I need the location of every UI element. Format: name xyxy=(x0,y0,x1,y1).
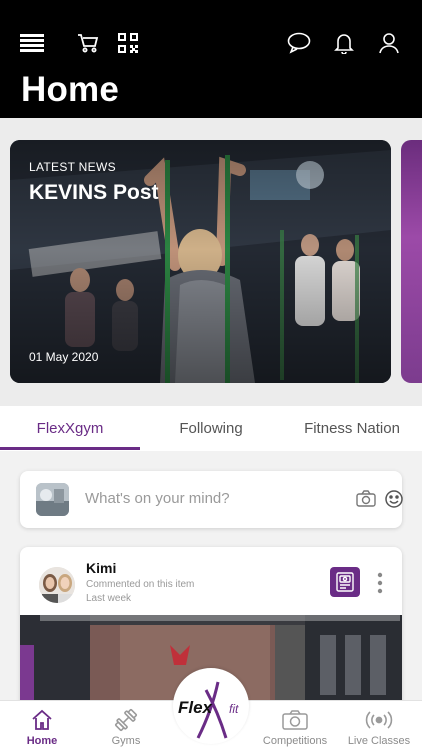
broadcast-icon xyxy=(365,707,393,733)
more-options-icon[interactable] xyxy=(375,572,385,594)
active-tab-indicator xyxy=(0,447,140,450)
cart-icon[interactable] xyxy=(75,31,101,55)
chat-icon[interactable] xyxy=(286,31,312,55)
dumbbell-icon xyxy=(114,707,138,733)
nav-gyms[interactable]: Gyms xyxy=(102,701,150,750)
feed-tabs: FlexXgym Following Fitness Nation xyxy=(0,406,422,451)
next-news-card[interactable] xyxy=(401,140,422,383)
nav-label: Home xyxy=(26,735,58,747)
logo-suffix: fit xyxy=(229,702,239,716)
avatar xyxy=(36,483,69,516)
post-time: Last week xyxy=(86,593,132,604)
emoji-icon[interactable] xyxy=(384,489,404,514)
news-title: KEVINS Post xyxy=(29,181,159,204)
logo-wordmark: Flex xyxy=(178,698,213,717)
news-kicker: LATEST NEWS xyxy=(29,160,116,174)
tab-fitness-nation[interactable]: Fitness Nation xyxy=(282,406,422,451)
camera-icon xyxy=(282,707,308,733)
competition-badge-icon[interactable] xyxy=(330,567,360,597)
nav-competitions[interactable]: Competitions xyxy=(259,701,331,750)
tab-following[interactable]: Following xyxy=(141,406,281,451)
post-author[interactable]: Kimi xyxy=(86,560,116,576)
image-overlay xyxy=(10,140,391,383)
avatar[interactable] xyxy=(39,567,75,603)
nav-label: Gyms xyxy=(111,735,141,747)
nav-label: Competitions xyxy=(262,735,328,747)
bell-icon[interactable] xyxy=(331,31,357,55)
home-icon xyxy=(31,707,53,733)
camera-icon[interactable] xyxy=(356,490,376,513)
user-icon[interactable] xyxy=(376,31,402,55)
menu-icon[interactable] xyxy=(19,31,45,55)
nav-label: Live Classes xyxy=(347,735,411,747)
news-carousel[interactable]: LATEST NEWS KEVINS Post 01 May 2020 xyxy=(0,118,422,406)
tab-flexxgym[interactable]: FlexXgym xyxy=(0,406,140,451)
qr-code-icon[interactable] xyxy=(115,31,141,55)
post-activity: Commented on this item xyxy=(86,579,195,590)
app-header: Home xyxy=(0,0,422,118)
news-card[interactable]: LATEST NEWS KEVINS Post 01 May 2020 xyxy=(10,140,391,383)
page-title: Home xyxy=(21,70,120,109)
post-composer[interactable]: What's on your mind? xyxy=(20,471,404,528)
nav-home[interactable]: Home xyxy=(18,701,66,750)
composer-input[interactable]: What's on your mind? xyxy=(85,490,230,507)
news-date: 01 May 2020 xyxy=(29,350,99,364)
nav-live-classes[interactable]: Live Classes xyxy=(344,701,414,750)
